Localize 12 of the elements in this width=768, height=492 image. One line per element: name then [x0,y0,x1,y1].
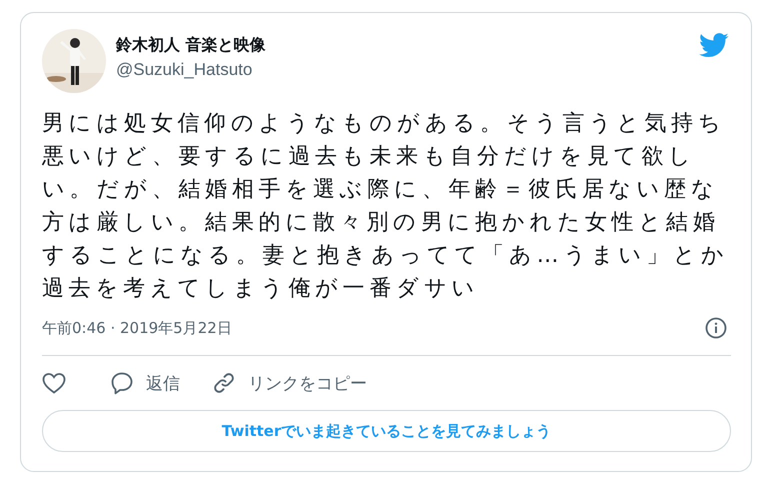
author-name[interactable]: 鈴木初人 音楽と映像 [116,35,266,56]
timestamp[interactable]: 午前0:46 · 2019年5月22日 [42,318,232,338]
like-button[interactable] [42,371,66,395]
bird-icon[interactable] [699,33,729,58]
copy-link-button[interactable]: リンクをコピー [212,371,367,395]
author-handle[interactable]: @Suzuki_Hatsuto [116,60,266,80]
tweet-text: 男には処女信仰のようなものがある。そう言うと気持ち悪いけど、要するに過去も未来も自分だけを見て欲しい。だが、結婚相手を選ぶ際に、年齢＝彼氏居ない歴な方は厳しい。結果的に散々別の男に抱かれた女性と結婚することになる。妻と抱きあってて「あ…うまい」とか過去を考えてしまう俺が一番ダサい [42,110,730,303]
reply-button[interactable]: 返信 [110,371,180,395]
info-icon[interactable] [705,317,727,339]
link-icon [212,371,236,395]
heart-icon [42,371,66,395]
speech-bubble-icon [110,371,134,395]
